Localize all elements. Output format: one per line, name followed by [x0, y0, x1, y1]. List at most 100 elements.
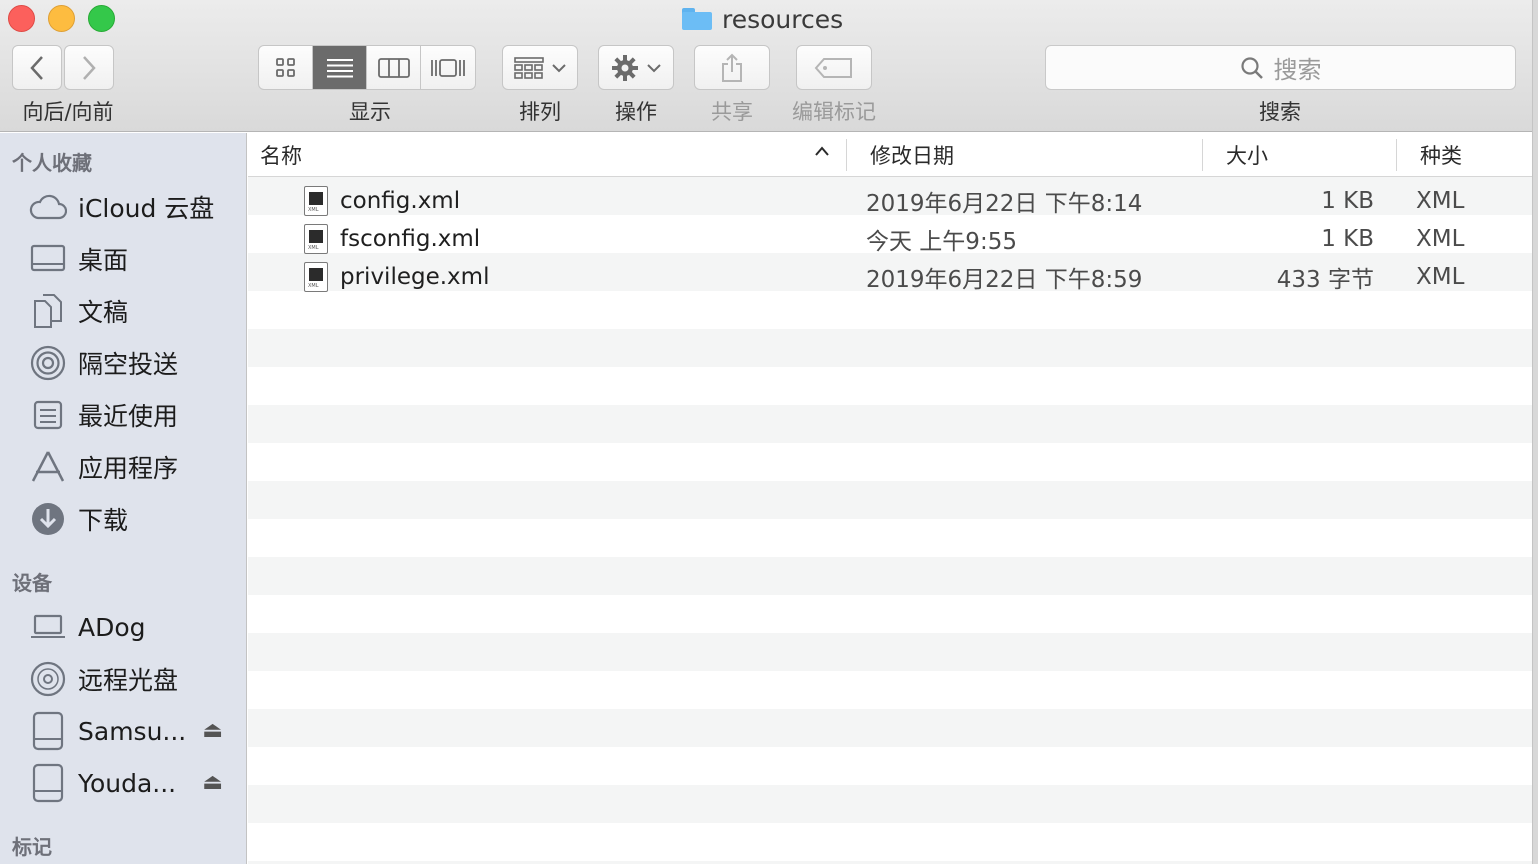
sidebar-item-label: 桌面 — [78, 246, 129, 275]
sidebar-item-downloads[interactable]: 下载 — [28, 497, 243, 541]
arrange-button[interactable] — [502, 45, 578, 90]
sidebar-item-adog[interactable]: ADog — [28, 605, 243, 649]
chevron-down-icon — [647, 63, 661, 72]
applications-icon — [28, 447, 68, 487]
file-kind: XML — [1416, 226, 1465, 252]
sidebar-item-samsung-drive[interactable]: Samsu... ⏏ — [28, 709, 243, 753]
column-view-button[interactable] — [367, 46, 421, 89]
window-title-text: resources — [722, 4, 844, 34]
minimize-window-button[interactable] — [48, 5, 75, 32]
sort-ascending-icon[interactable] — [814, 145, 830, 157]
tag-icon — [814, 57, 852, 78]
zoom-window-button[interactable] — [88, 5, 115, 32]
sidebar-item-icloud[interactable]: iCloud 云盘 — [28, 185, 243, 229]
xml-file-icon: XML — [304, 262, 328, 292]
sidebar-item-label: 应用程序 — [78, 454, 179, 483]
column-divider[interactable] — [1202, 139, 1203, 171]
file-modified: 今天 上午9:55 — [866, 229, 1017, 255]
sidebar-item-label: Youda... — [78, 768, 177, 798]
devices-header: 设备 — [12, 571, 52, 595]
column-name-header[interactable]: 名称 — [260, 133, 302, 177]
file-modified: 2019年6月22日 下午8:14 — [866, 191, 1143, 217]
list-icon — [326, 58, 353, 77]
file-size: 433 字节 — [1276, 267, 1374, 293]
edit-tags-button[interactable] — [796, 45, 872, 90]
file-modified: 2019年6月22日 下午8:59 — [866, 267, 1143, 293]
window-title: resources — [682, 4, 843, 34]
sidebar-item-remote-disc[interactable]: 远程光盘 — [28, 657, 243, 701]
file-kind: XML — [1416, 188, 1465, 214]
column-divider[interactable] — [846, 139, 847, 171]
favorites-header: 个人收藏 — [12, 151, 92, 175]
file-name: config.xml — [340, 188, 461, 214]
close-window-button[interactable] — [8, 5, 35, 32]
xml-file-icon: XML — [304, 186, 328, 216]
sidebar-item-label: 文稿 — [78, 298, 129, 327]
gallery-view-button[interactable] — [421, 46, 475, 89]
table-row[interactable]: XML privilege.xml 2019年6月22日 下午8:59 433 … — [248, 258, 1538, 296]
drive-icon — [28, 711, 68, 751]
table-row[interactable]: XML fsconfig.xml 今天 上午9:55 1 KB XML — [248, 220, 1538, 258]
eject-icon[interactable]: ⏏ — [202, 718, 223, 743]
file-name: privilege.xml — [340, 264, 490, 290]
sidebar-item-desktop[interactable]: 桌面 — [28, 237, 243, 281]
window-edge — [1532, 0, 1538, 864]
sidebar-item-label: 远程光盘 — [78, 666, 179, 695]
search-icon — [1240, 56, 1263, 79]
desktop-icon — [28, 239, 68, 279]
sidebar: 个人收藏 iCloud 云盘 桌面 文稿 隔空投送 最近使用 应用程序 下载 设… — [0, 133, 247, 864]
sidebar-item-youdao-drive[interactable]: Youda... ⏏ — [28, 761, 243, 805]
folder-icon — [682, 8, 712, 30]
sidebar-item-recents[interactable]: 最近使用 — [28, 393, 243, 437]
drive-icon — [28, 763, 68, 803]
eject-icon[interactable]: ⏏ — [202, 770, 223, 795]
action-button[interactable] — [598, 45, 674, 90]
grid-icon — [275, 57, 295, 77]
edit-tags-label: 编辑标记 — [792, 100, 876, 124]
back-button[interactable] — [12, 45, 62, 90]
search-input[interactable]: 搜索 — [1045, 45, 1516, 90]
chevron-down-icon — [552, 63, 566, 72]
icon-view-button[interactable] — [259, 46, 313, 89]
chevron-right-icon — [83, 55, 96, 80]
list-view-button[interactable] — [313, 46, 367, 89]
disc-icon — [28, 659, 68, 699]
forward-button[interactable] — [64, 45, 114, 90]
gear-icon — [612, 54, 638, 81]
sidebar-item-applications[interactable]: 应用程序 — [28, 445, 243, 489]
arrange-grid-icon — [514, 56, 544, 79]
nav-label: 向后/向前 — [22, 100, 114, 124]
sidebar-item-label: iCloud 云盘 — [78, 194, 215, 223]
table-row[interactable]: XML config.xml 2019年6月22日 下午8:14 1 KB XM… — [248, 182, 1538, 220]
toolbar: resources 向后/向前 显示 排列 操作 共享 编辑标记 搜索 搜索 — [0, 0, 1538, 132]
file-kind: XML — [1416, 264, 1465, 290]
column-header: 名称 修改日期 大小 种类 — [248, 133, 1538, 177]
share-label: 共享 — [711, 100, 753, 124]
laptop-icon — [28, 607, 68, 647]
file-name: fsconfig.xml — [340, 226, 481, 252]
search-placeholder: 搜索 — [1273, 56, 1322, 84]
file-list: 名称 修改日期 大小 种类 XML config.xml 2019年6月22日 … — [248, 133, 1538, 864]
recents-icon — [28, 395, 68, 435]
xml-file-icon: XML — [304, 224, 328, 254]
sidebar-item-documents[interactable]: 文稿 — [28, 289, 243, 333]
arrange-label: 排列 — [519, 100, 561, 124]
column-kind-header[interactable]: 种类 — [1420, 133, 1462, 177]
sidebar-item-airdrop[interactable]: 隔空投送 — [28, 341, 243, 385]
sidebar-item-label: ADog — [78, 612, 146, 642]
sidebar-item-label: 最近使用 — [78, 402, 179, 431]
share-button[interactable] — [694, 45, 770, 90]
sidebar-item-label: 下载 — [78, 506, 129, 535]
file-size: 1 KB — [1321, 188, 1374, 214]
column-modified-header[interactable]: 修改日期 — [870, 133, 954, 177]
column-size-header[interactable]: 大小 — [1226, 133, 1268, 177]
view-mode-control — [258, 45, 476, 90]
columns-icon — [377, 57, 410, 78]
downloads-icon — [28, 499, 68, 539]
cloud-icon — [28, 187, 68, 227]
airdrop-icon — [28, 343, 68, 383]
gallery-icon — [431, 58, 465, 77]
sidebar-item-label: Samsu... — [78, 716, 187, 746]
column-divider[interactable] — [1396, 139, 1397, 171]
action-label: 操作 — [615, 100, 657, 124]
